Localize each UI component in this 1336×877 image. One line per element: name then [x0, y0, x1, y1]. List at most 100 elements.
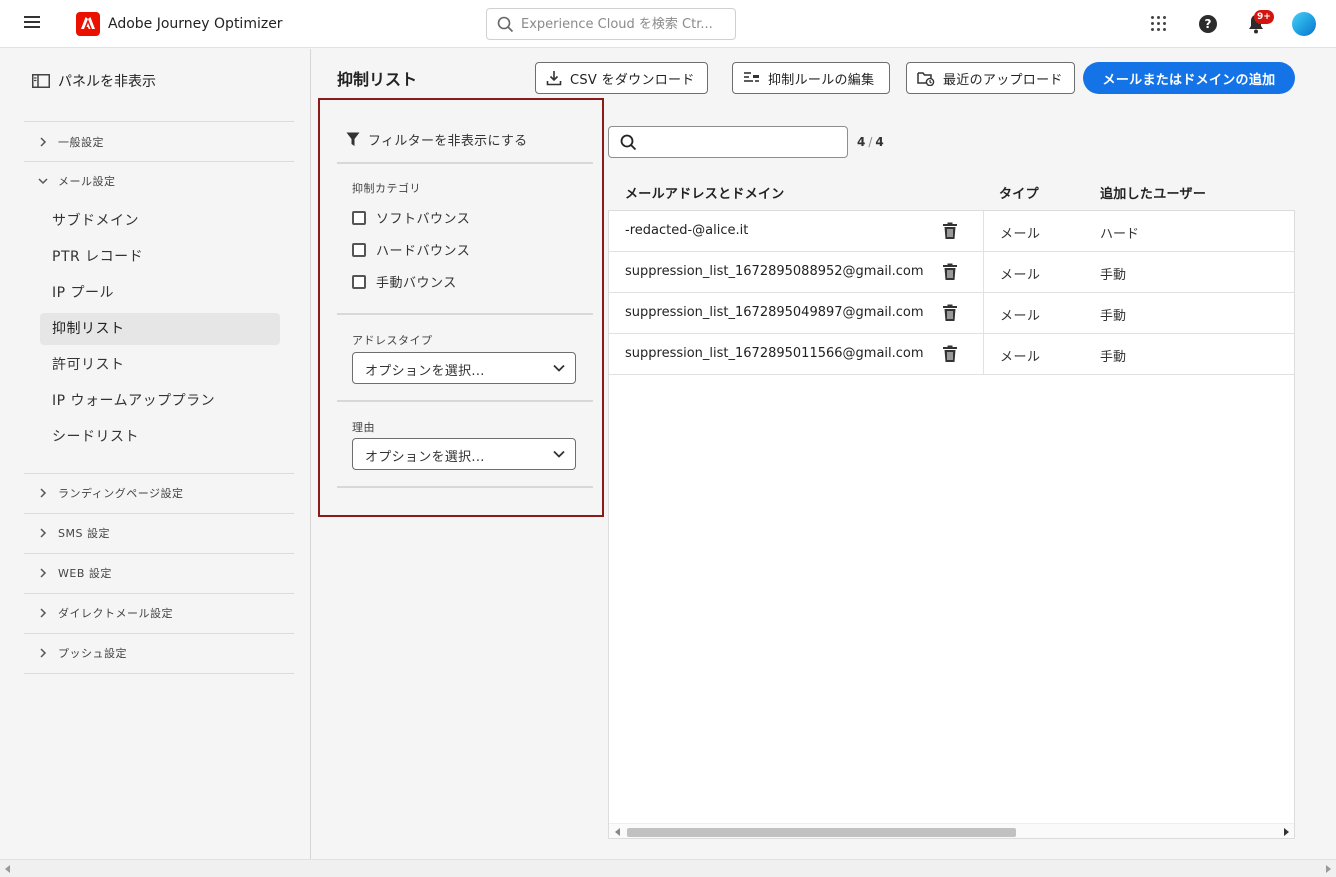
hide-panel-button[interactable]: パネルを非表示: [32, 71, 156, 91]
checkbox-label: ソフトバウンス: [376, 212, 471, 227]
checkbox[interactable]: [352, 274, 366, 289]
column-divider: [983, 334, 984, 375]
table-horizontal-scrollbar[interactable]: [609, 823, 1294, 838]
divider: [24, 633, 294, 634]
chevron-right-icon: [40, 608, 47, 618]
chevron-right-icon: [40, 488, 47, 498]
result-count: 4/4: [857, 135, 884, 149]
table-row[interactable]: suppression_list_1672895088952@gmail.com…: [609, 252, 1294, 293]
table-search[interactable]: [608, 126, 848, 158]
edit-suppression-rules-button[interactable]: 抑制ルールの編集: [732, 62, 890, 94]
hide-filters-button[interactable]: フィルターを非表示にする: [346, 130, 527, 149]
chevron-down-icon: [553, 450, 565, 458]
divider: [24, 593, 294, 594]
user-avatar[interactable]: [1292, 12, 1316, 36]
reason-value: オプションを選択...: [365, 450, 485, 465]
address-type-value: オプションを選択...: [365, 364, 485, 379]
nav-item-ip-pools[interactable]: IP プール: [40, 277, 280, 309]
table-search-input[interactable]: [645, 133, 841, 153]
count-total: 4: [875, 135, 884, 149]
reason-label: 理由: [352, 421, 375, 434]
top-bar: Adobe Journey Optimizer ? 9+: [0, 0, 1336, 48]
folder-clock-icon: [917, 70, 935, 86]
add-email-or-domain-button[interactable]: メールまたはドメインの追加: [1083, 62, 1295, 94]
nav-item-ip-warmup-plans[interactable]: IP ウォームアッププラン: [40, 385, 280, 417]
recent-uploads-label: 最近のアップロード: [943, 72, 1063, 88]
nav-group-sms[interactable]: SMS 設定: [36, 525, 110, 541]
count-shown: 4: [857, 135, 866, 149]
column-divider: [983, 211, 984, 252]
divider: [337, 486, 593, 488]
column-divider: [983, 252, 984, 293]
category-manual-bounce[interactable]: 手動バウンス: [352, 272, 457, 291]
global-search-input[interactable]: [521, 14, 721, 34]
nav-group-push[interactable]: プッシュ設定: [36, 645, 127, 661]
panel-icon: [32, 74, 50, 88]
address-type-select[interactable]: オプションを選択...: [352, 352, 576, 384]
hamburger-menu-icon[interactable]: [24, 16, 40, 30]
apps-grid-icon[interactable]: [1151, 16, 1167, 32]
column-header-added-by[interactable]: 追加したユーザー: [1100, 183, 1206, 202]
chevron-right-icon: [40, 648, 47, 658]
table-row[interactable]: suppression_list_1672895049897@gmail.com…: [609, 293, 1294, 334]
nav-item-ptr-records[interactable]: PTR レコード: [40, 241, 280, 273]
reason-select[interactable]: オプションを選択...: [352, 438, 576, 470]
edit-rules-label: 抑制ルールの編集: [768, 72, 875, 88]
nav-group-general[interactable]: 一般設定: [36, 134, 104, 150]
address-type-label: アドレスタイプ: [352, 334, 433, 347]
divider: [24, 121, 294, 122]
nav-group-label: 一般設定: [58, 136, 104, 149]
nav-group-label: SMS 設定: [58, 527, 110, 540]
hide-panel-label: パネルを非表示: [58, 74, 156, 90]
trash-icon[interactable]: [942, 263, 958, 281]
nav-group-web[interactable]: WEB 設定: [36, 565, 112, 581]
filter-panel: フィルターを非表示にする 抑制カテゴリ ソフトバウンス ハードバウンス 手動バウ…: [318, 98, 604, 517]
window-horizontal-scrollbar[interactable]: [0, 859, 1336, 877]
nav-item-suppression-list[interactable]: 抑制リスト: [40, 313, 280, 345]
scrollbar-thumb[interactable]: [627, 828, 1016, 837]
app-title[interactable]: Adobe Journey Optimizer: [108, 16, 283, 32]
download-icon: [546, 70, 562, 86]
nav-group-label: WEB 設定: [58, 567, 112, 580]
nav-item-subdomains[interactable]: サブドメイン: [40, 205, 280, 237]
divider: [337, 162, 593, 164]
divider: [337, 400, 593, 402]
trash-icon[interactable]: [942, 222, 958, 240]
scroll-left-arrow-icon[interactable]: [5, 865, 10, 873]
nav-group-label: プッシュ設定: [58, 647, 127, 660]
table-row[interactable]: -redacted-@alice.it メール ハード: [609, 211, 1294, 252]
category-hard-bounce[interactable]: ハードバウンス: [352, 240, 470, 259]
scroll-right-arrow-icon[interactable]: [1326, 865, 1331, 873]
divider: [337, 313, 593, 315]
chevron-right-icon: [40, 568, 47, 578]
column-header-type[interactable]: タイプ: [999, 183, 1039, 202]
trash-icon[interactable]: [942, 304, 958, 322]
nav-item-seed-lists[interactable]: シードリスト: [40, 421, 280, 453]
column-header-email[interactable]: メールアドレスとドメイン: [625, 183, 785, 202]
download-csv-button[interactable]: CSV をダウンロード: [535, 62, 708, 94]
trash-icon[interactable]: [942, 345, 958, 363]
recent-uploads-button[interactable]: 最近のアップロード: [906, 62, 1075, 94]
help-icon[interactable]: ?: [1199, 15, 1217, 33]
nav-group-direct-mail[interactable]: ダイレクトメール設定: [36, 605, 173, 621]
table-row[interactable]: suppression_list_1672895011566@gmail.com…: [609, 334, 1294, 375]
nav-item-allow-list[interactable]: 許可リスト: [40, 349, 280, 381]
category-label: 抑制カテゴリ: [352, 182, 421, 195]
nav-group-landing-pages[interactable]: ランディングページ設定: [36, 485, 184, 501]
nav-group-email[interactable]: メール設定: [36, 173, 116, 189]
column-divider: [983, 293, 984, 334]
checkbox[interactable]: [352, 242, 366, 257]
divider: [24, 553, 294, 554]
count-separator: /: [868, 135, 873, 149]
global-search[interactable]: [486, 8, 736, 40]
checkbox[interactable]: [352, 210, 366, 225]
scroll-left-arrow-icon[interactable]: [615, 828, 620, 836]
nav-group-label: メール設定: [58, 175, 116, 188]
chevron-right-icon: [40, 137, 47, 147]
cell-type: メール: [1000, 309, 1041, 324]
scroll-right-arrow-icon[interactable]: [1284, 828, 1289, 836]
category-soft-bounce[interactable]: ソフトバウンス: [352, 208, 470, 227]
adobe-logo-icon[interactable]: [76, 12, 100, 36]
cell-added-by: ハード: [1100, 227, 1140, 242]
chevron-right-icon: [40, 528, 47, 538]
